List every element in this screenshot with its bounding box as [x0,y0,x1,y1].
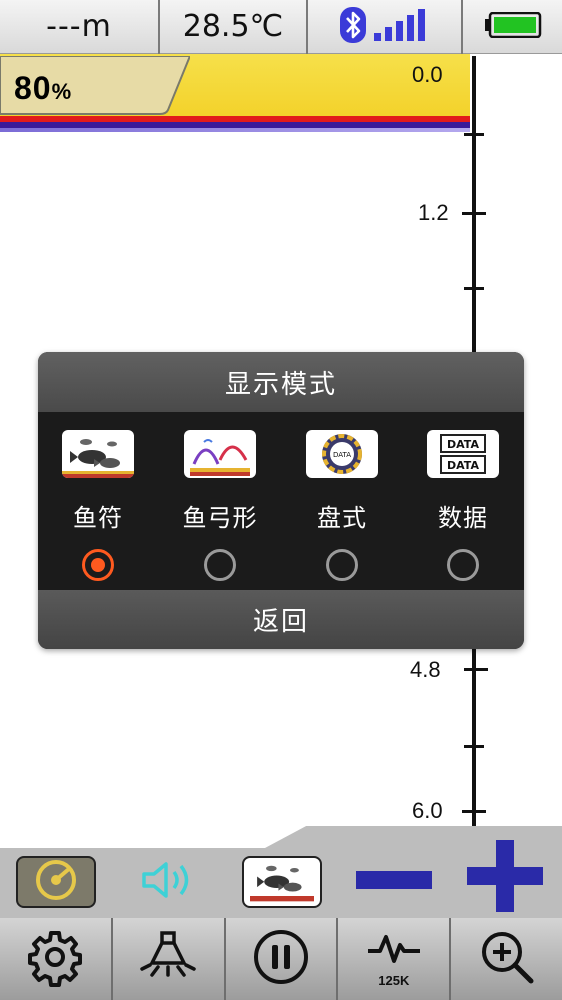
svg-text:DATA: DATA [447,459,479,472]
battery-icon [484,11,542,42]
dialog-title: 显示模式 [38,352,524,412]
return-band-violet [0,128,470,132]
option-label: 盘式 [317,504,367,532]
depth-label: 4.8 [410,657,441,682]
radar-icon [34,858,78,906]
backlight-button[interactable] [113,918,226,1000]
mode-option-dial[interactable]: DATA 盘式 [287,430,397,581]
option-label: 鱼符 [73,504,123,532]
gear-icon [25,927,85,991]
mode-options: 鱼符 鱼弓形 DATA 盘式 DATA DATA 数据 [38,412,524,590]
radio-unselected[interactable] [326,549,358,581]
radio-unselected[interactable] [447,549,479,581]
sound-button[interactable] [128,856,208,908]
gain-unit: % [51,79,73,104]
fish-symbol-icon [62,430,134,478]
dial-mode-icon: DATA [306,430,378,478]
minus-icon [354,868,434,896]
zoom-in-icon [477,927,537,991]
depth-label: 6.0 [412,798,443,823]
speaker-icon [138,858,198,906]
fish-symbol-icon [250,858,314,906]
plus-icon [465,840,545,916]
option-label: 数据 [438,504,488,532]
depth-label: 1.2 [418,200,449,225]
display-mode-button[interactable] [242,856,322,908]
mode-option-fish-arch[interactable]: 鱼弓形 [165,430,275,581]
depth-tick [464,287,484,290]
radio-selected[interactable] [82,549,114,581]
depth-tick [462,212,486,215]
status-bar: ---m 28.5℃ [0,0,562,54]
data-mode-icon: DATA DATA [427,430,499,478]
display-mode-dialog: 显示模式 鱼符 鱼弓形 DATA 盘式 DATA DATA 数据 返回 [38,352,524,649]
depth-label-top: 0.0 [412,62,443,87]
connection-status [308,0,463,54]
gain-value: 80 [14,70,52,106]
mode-option-data[interactable]: DATA DATA 数据 [408,430,518,581]
gain-readout: 80% [14,70,72,107]
radar-button[interactable] [16,856,96,908]
zoom-out-button[interactable] [352,856,436,908]
temperature-readout: 28.5℃ [160,0,308,54]
bluetooth-icon [339,6,366,47]
depth-tick [462,810,486,813]
frequency-button[interactable]: 125K [338,918,452,1000]
pause-button[interactable] [226,918,339,1000]
bottom-toolbar: 125K [0,918,562,1000]
svg-text:DATA: DATA [333,451,351,459]
svg-text:DATA: DATA [447,438,479,451]
pause-icon [251,927,311,991]
radio-unselected[interactable] [204,549,236,581]
settings-button[interactable] [0,918,113,1000]
signal-bars-icon [373,8,430,45]
depth-tick [464,133,484,136]
frequency-icon [366,931,422,969]
option-label: 鱼弓形 [182,504,258,532]
zoom-button[interactable] [451,918,562,1000]
zoom-in-quick-button[interactable] [462,838,548,918]
lamp-icon [138,927,198,991]
depth-readout: ---m [0,0,160,54]
fish-arch-icon [184,430,256,478]
frequency-label: 125K [378,973,410,988]
back-button[interactable]: 返回 [38,590,524,649]
depth-tick [464,745,484,748]
mode-option-fish-symbol[interactable]: 鱼符 [43,430,153,581]
battery-status [463,0,562,54]
depth-tick [464,668,488,671]
